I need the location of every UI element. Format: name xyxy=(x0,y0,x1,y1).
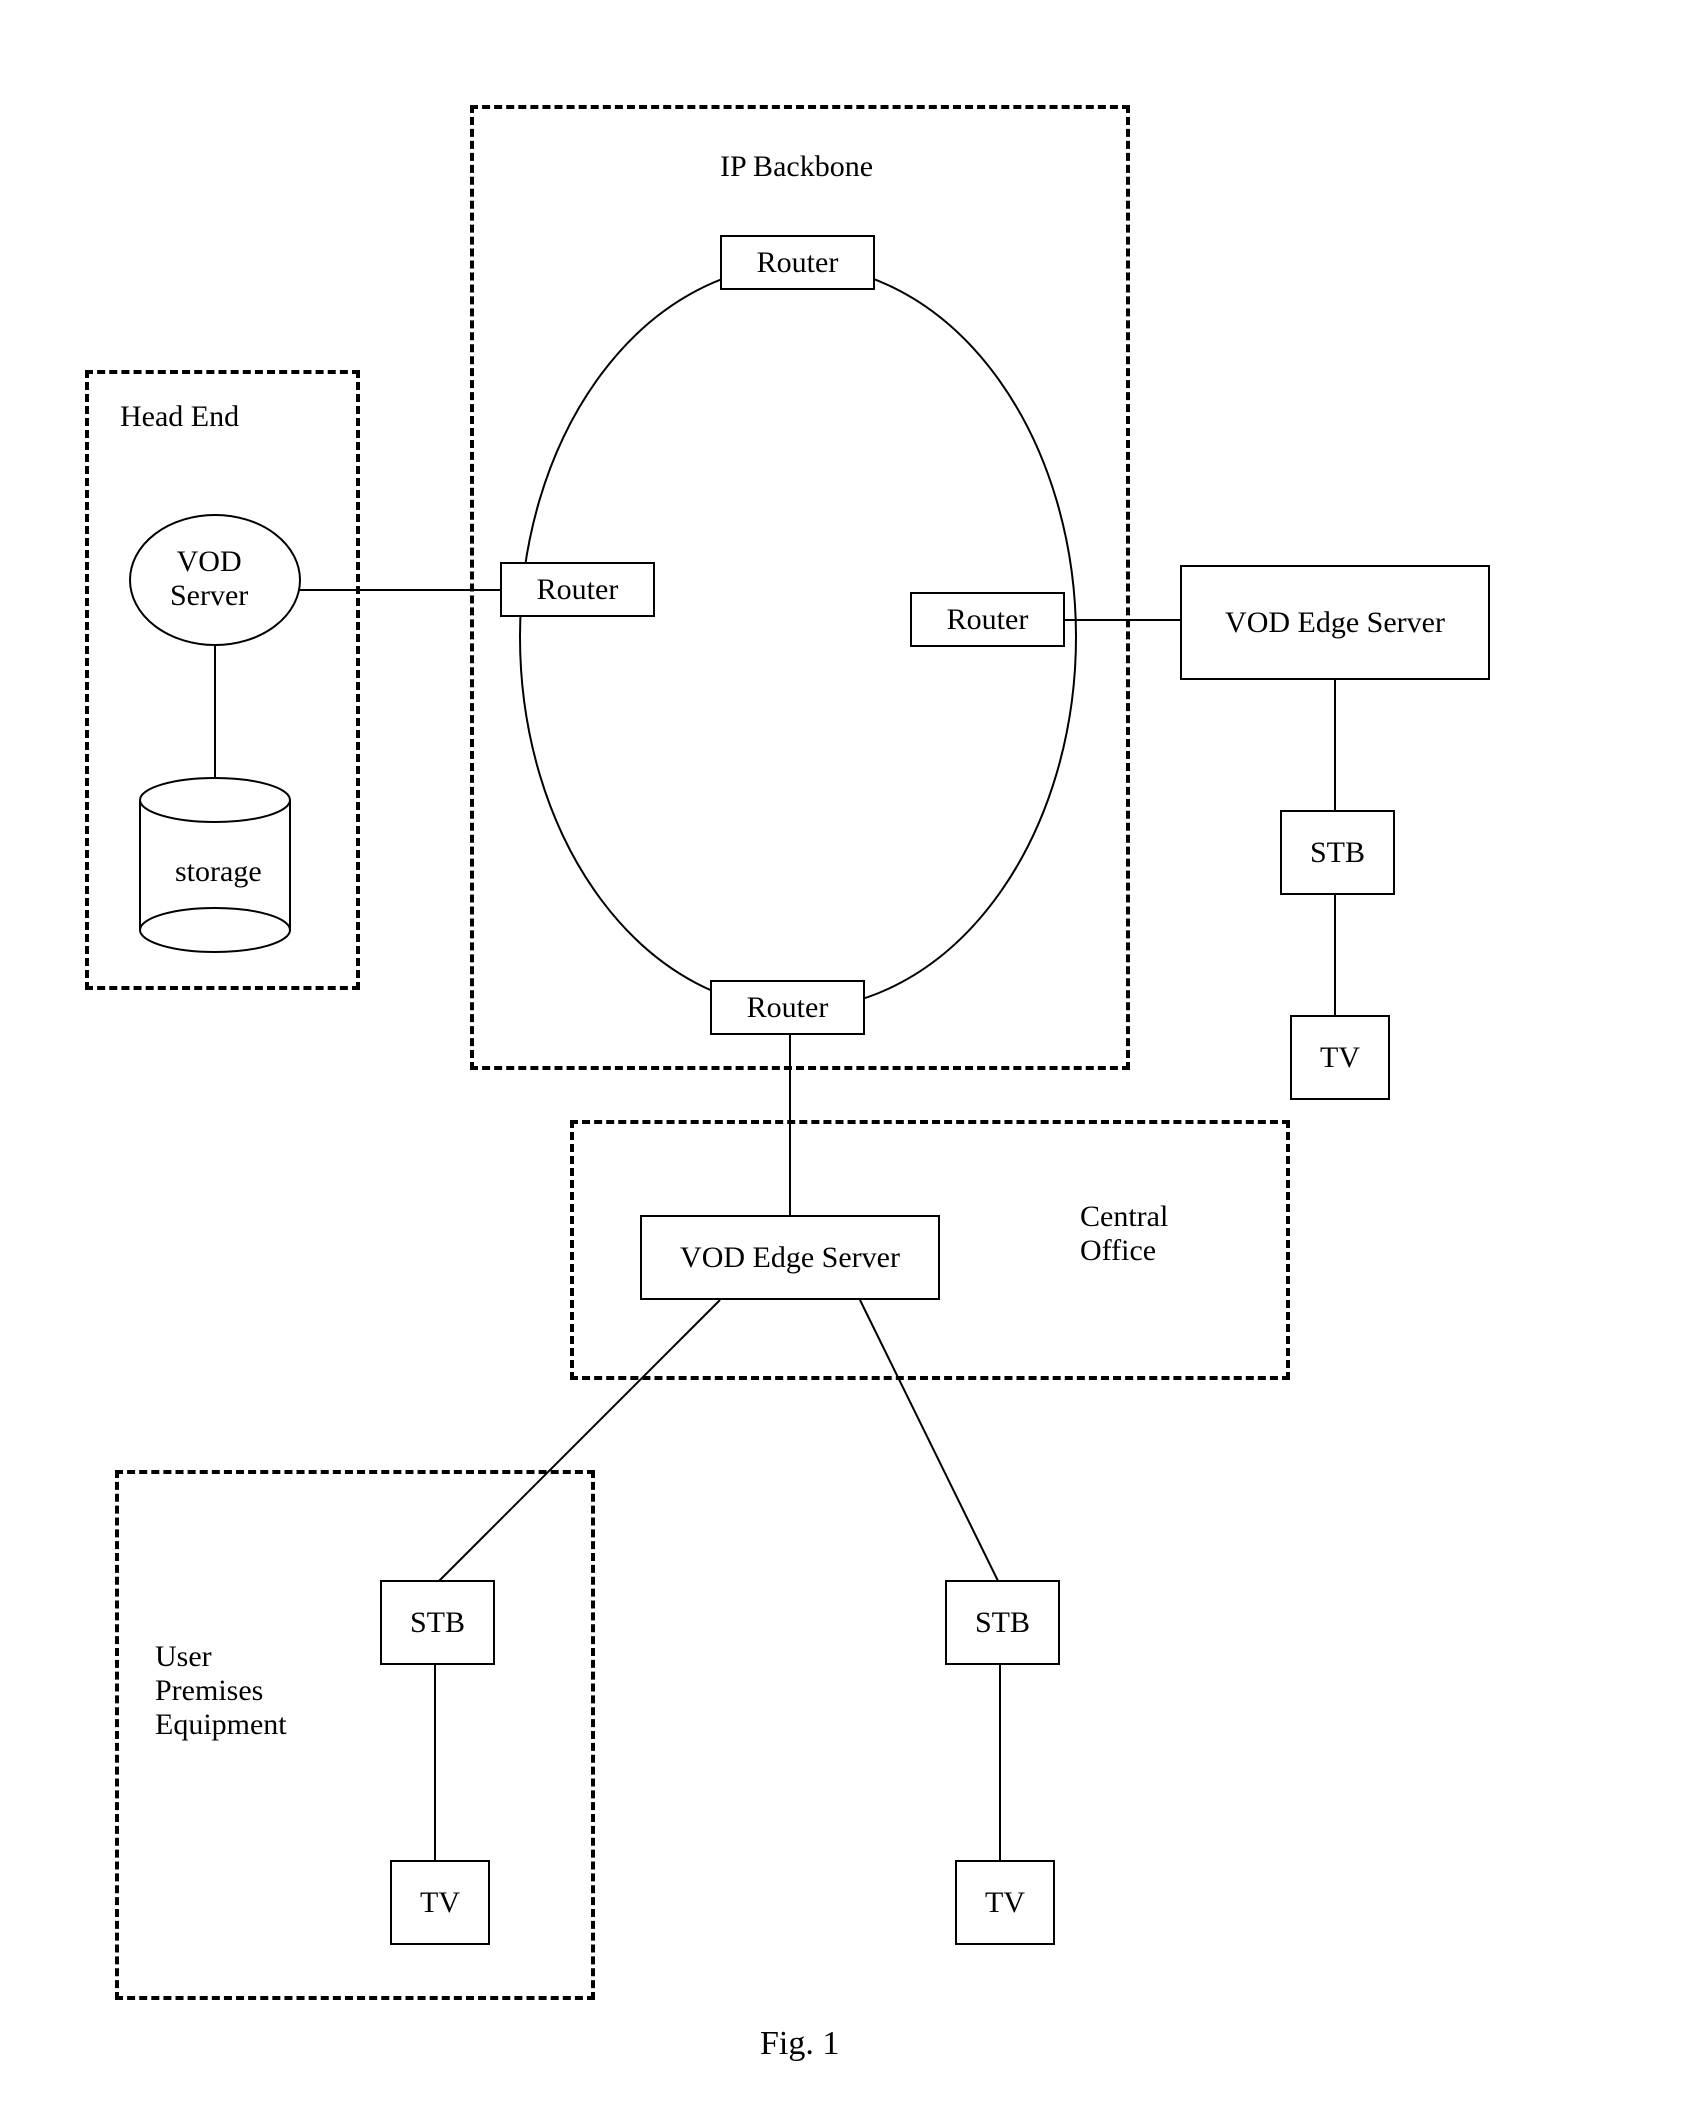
group-head-end-label: Head End xyxy=(120,400,239,434)
node-router-top-label: Router xyxy=(757,246,839,280)
node-tv-center: TV xyxy=(955,1860,1055,1945)
group-ip-backbone-label: IP Backbone xyxy=(720,150,873,184)
node-router-bottom: Router xyxy=(710,980,865,1035)
node-router-right-label: Router xyxy=(947,603,1029,637)
node-tv-right-label: TV xyxy=(1320,1041,1360,1075)
node-tv-left-label: TV xyxy=(420,1886,460,1920)
node-vod-edge-center: VOD Edge Server xyxy=(640,1215,940,1300)
node-stb-right: STB xyxy=(1280,810,1395,895)
node-tv-right: TV xyxy=(1290,1015,1390,1100)
node-stb-center: STB xyxy=(945,1580,1060,1665)
node-router-bottom-label: Router xyxy=(747,991,829,1025)
node-stb-left-label: STB xyxy=(410,1606,465,1640)
node-tv-left: TV xyxy=(390,1860,490,1945)
node-stb-center-label: STB xyxy=(975,1606,1030,1640)
group-central-office-label: Central Office xyxy=(1080,1200,1168,1268)
node-vod-server: VOD Server xyxy=(170,545,248,613)
node-vod-edge-center-label: VOD Edge Server xyxy=(680,1241,900,1275)
group-head-end xyxy=(85,370,360,990)
figure-caption: Fig. 1 xyxy=(760,2025,839,2063)
node-tv-center-label: TV xyxy=(985,1886,1025,1920)
node-storage: storage xyxy=(175,855,262,889)
node-router-right: Router xyxy=(910,592,1065,647)
node-stb-left: STB xyxy=(380,1580,495,1665)
node-vod-edge-right: VOD Edge Server xyxy=(1180,565,1490,680)
node-router-top: Router xyxy=(720,235,875,290)
node-vod-edge-right-label: VOD Edge Server xyxy=(1225,606,1445,640)
node-stb-right-label: STB xyxy=(1310,836,1365,870)
diagram-canvas: Head End IP Backbone Central Office User… xyxy=(0,0,1686,2114)
group-user-premises-label: User Premises Equipment xyxy=(155,1640,287,1742)
node-router-left-label: Router xyxy=(537,573,619,607)
node-router-left: Router xyxy=(500,562,655,617)
